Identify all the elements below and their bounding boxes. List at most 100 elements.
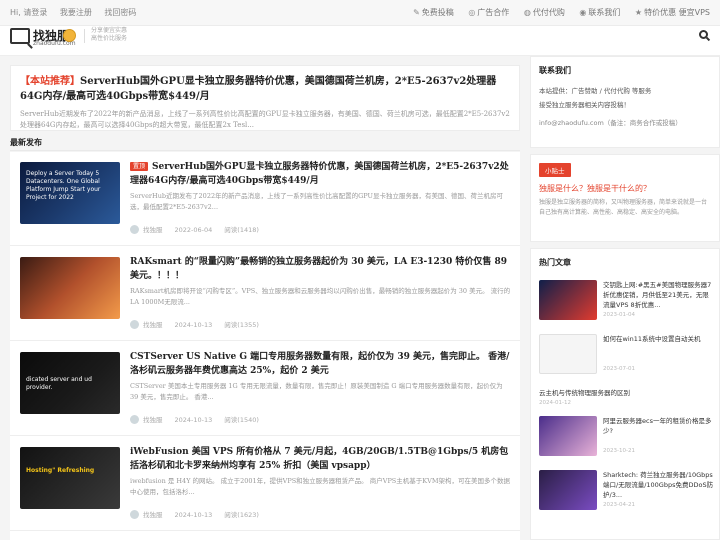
post-excerpt: RAKsmart机房即将开设“闪购专区”。VPS、独立服务器和云服务器均以闪购价…: [130, 287, 511, 306]
hot-article-title[interactable]: 如何在win11系统中设置自动关机: [603, 334, 715, 364]
hot-article-item[interactable]: 交钥匙上网:#黑五#美国物理服务器7折优惠促销，月供低至21美元，无限流量VPS…: [539, 276, 711, 330]
post-meta: 找独服 2022-06-04 阅读(1418): [130, 224, 259, 234]
find-password-link[interactable]: 找回密码: [104, 8, 136, 17]
hot-article-thumbnail[interactable]: [539, 470, 597, 510]
logo-search-icon[interactable]: [10, 28, 30, 44]
sidebar: 联系我们 本站提供：广告赞助 / 代付代购 等服务 接受独立服务器相关内容投稿！…: [530, 56, 720, 540]
edit-icon: ✎: [413, 8, 420, 17]
thumbnail-caption: dicated server and ud provider.: [26, 376, 92, 391]
contact-widget: 联系我们 本站提供：广告赞助 / 代付代购 等服务 接受独立服务器相关内容投稿！…: [530, 56, 720, 148]
hot-article-item[interactable]: 阿里云服务器ecs一年的租赁价格是多少? 2023-10-21: [539, 412, 711, 466]
post-excerpt: CSTServer 美国本土专用服务器 1G 专用无限流量，数量有限，售完即止！…: [130, 382, 503, 401]
featured-post[interactable]: 【本站推荐】ServerHub国外GPU显卡独立服务器特价优惠，美国德国荷兰机房…: [10, 65, 520, 131]
post-title[interactable]: RAKsmart 的“限量闪购”最畅销的独立服务器起价为 30 美元，LA E3…: [130, 255, 512, 283]
hot-article-title[interactable]: 交钥匙上网:#黑五#美国物理服务器7折优惠促销，月供低至21美元，无限流量VPS…: [603, 280, 715, 310]
section-title-latest: 最新发布: [10, 138, 42, 147]
hot-article-date: 2023-07-01: [603, 366, 635, 372]
hot-article-thumbnail[interactable]: [539, 280, 597, 320]
cheap-vps-link[interactable]: ★ 特价优惠 便宜VPS: [635, 8, 710, 17]
post-thumbnail[interactable]: Deploy a Server Today 5 Datacenters. One…: [20, 162, 120, 224]
hot-article-thumbnail[interactable]: [539, 416, 597, 456]
post-date: 2024-10-13: [174, 321, 213, 329]
post-title[interactable]: 置顶 ServerHub国外GPU显卡独立服务器特价优惠，美国德国荷兰机房，2*E…: [130, 160, 512, 188]
hot-article-item[interactable]: Sharktech: 荷兰独立服务器/10Gbps端口/无限流量/100Gbps…: [539, 466, 713, 520]
hot-article-title[interactable]: Sharktech: 荷兰独立服务器/10Gbps端口/无限流量/100Gbps…: [603, 470, 715, 500]
register-link[interactable]: 我要注册: [60, 8, 92, 17]
avatar: [130, 320, 139, 329]
hot-articles-title: 热门文章: [539, 258, 571, 267]
globe-icon: ◎: [468, 8, 476, 17]
hot-article-title[interactable]: 云主机与传统物理服务器的区别: [539, 388, 715, 400]
pinned-tag: 置顶: [130, 162, 149, 171]
hot-article-item[interactable]: 如何在win11系统中设置自动关机 2023-07-01: [539, 330, 711, 384]
hot-articles-widget: 热门文章 交钥匙上网:#黑五#美国物理服务器7折优惠促销，月供低至21美元，无限…: [530, 248, 720, 540]
post-author[interactable]: 找独服: [143, 511, 163, 519]
post-thumbnail[interactable]: dicated server and ud provider.: [20, 352, 120, 414]
hot-article-title[interactable]: 阿里云服务器ecs一年的租赁价格是多少?: [603, 416, 715, 446]
post-author[interactable]: 找独服: [143, 416, 163, 424]
tip-title[interactable]: 独服是什么？独服是干什么的？: [539, 183, 711, 194]
featured-tag: 【本站推荐】: [20, 76, 80, 87]
ad-cooperation-link[interactable]: ◎ 广告合作: [468, 8, 509, 17]
hot-article-date: 2024-01-12: [539, 400, 571, 406]
post-meta: 找独服 2024-10-13 阅读(1540): [130, 414, 259, 424]
search-icon[interactable]: [699, 30, 708, 39]
hot-article-item[interactable]: 云主机与传统物理服务器的区别 2024-01-12: [539, 384, 711, 412]
post-author[interactable]: 找独服: [143, 226, 163, 234]
logo-badge-icon: [63, 29, 76, 42]
submit-post-link[interactable]: ✎ 免费投稿: [413, 8, 454, 17]
thumbnail-caption: Hosting" Refreshing: [26, 467, 95, 474]
post-list: Deploy a Server Today 5 Datacenters. One…: [10, 152, 520, 540]
post-meta: 找独服 2024-10-13 阅读(1623): [130, 509, 259, 519]
post-title[interactable]: iWebFusion 美国 VPS 所有价格从 7 美元/月起，4GB/20GB…: [130, 445, 512, 473]
site-header: 找独服 zhaodufu.com 分享便宜实惠 高性价比服务: [0, 26, 720, 56]
cart-icon: ◍: [523, 8, 531, 17]
tip-widget: 小贴士 独服是什么？独服是干什么的？ 独服是独立服务器的简称，又叫物理服务器，简…: [530, 154, 720, 242]
user-icon: ◉: [579, 8, 587, 17]
post-item[interactable]: dicated server and ud provider. CSTServe…: [10, 342, 520, 436]
topbar: Hi, 请登录 我要注册 找回密码 ✎ 免费投稿 ◎ 广告合作 ◍ 代付代购 ◉ 联系我…: [0, 0, 720, 26]
contact-link[interactable]: ◉ 联系我们: [579, 8, 620, 17]
featured-title[interactable]: 【本站推荐】ServerHub国外GPU显卡独立服务器特价优惠，美国德国荷兰机房…: [20, 74, 510, 104]
post-thumbnail[interactable]: Hosting" Refreshing: [20, 447, 120, 509]
post-views: 阅读(1355): [224, 321, 259, 329]
hot-article-date: 2023-04-21: [603, 502, 635, 508]
thumbnail-caption: Deploy a Server Today 5 Datacenters. One…: [26, 170, 101, 201]
slogan: 分享便宜实惠 高性价比服务: [91, 27, 128, 42]
post-date: 2024-10-13: [174, 511, 213, 519]
post-views: 阅读(1540): [224, 416, 259, 424]
post-item[interactable]: Deploy a Server Today 5 Datacenters. One…: [10, 152, 520, 246]
payment-agent-link[interactable]: ◍ 代付代购: [524, 8, 565, 17]
featured-desc: ServerHub近期发布了2022年的新产品消息，上线了一系列高性价比高配置的…: [20, 110, 510, 129]
tip-button[interactable]: 小贴士: [539, 163, 571, 177]
post-views: 阅读(1418): [224, 226, 259, 234]
post-meta: 找独服 2024-10-13 阅读(1355): [130, 319, 259, 329]
post-thumbnail[interactable]: [20, 257, 120, 319]
topbar-nav: ✎ 免费投稿 ◎ 广告合作 ◍ 代付代购 ◉ 联系我们 ★ 特价优惠 便宜VPS: [401, 7, 710, 18]
post-item[interactable]: RAKsmart 的“限量闪购”最畅销的独立服务器起价为 30 美元，LA E3…: [10, 247, 520, 341]
avatar: [130, 415, 139, 424]
contact-submission[interactable]: 接受独立服务器相关内容投稿！: [539, 98, 711, 112]
contact-email[interactable]: info@zhaodufu.com（备注：商务合作或投稿）: [539, 116, 711, 130]
topbar-account-links: Hi, 请登录 我要注册 找回密码: [10, 7, 146, 18]
tip-desc: 独服是独立服务器的简称，又叫物理服务器，简单来说就是一台自己独有高计算能、高性能…: [539, 199, 708, 216]
hot-article-thumbnail[interactable]: [539, 334, 597, 374]
avatar: [130, 225, 139, 234]
tag-icon: ★: [634, 8, 643, 17]
post-excerpt: iwebfusion 是 H4Y 的网站。 成立于2001年，提供VPS和独立服…: [130, 477, 510, 496]
login-link[interactable]: Hi, 请登录: [10, 8, 47, 17]
hot-article-date: 2023-10-21: [603, 448, 635, 454]
post-excerpt: ServerHub近期发布了2022年的新产品消息，上线了一系列高性价比高配置的…: [130, 192, 504, 211]
hot-article-date: 2023-01-04: [603, 312, 635, 318]
section-divider: [10, 150, 520, 151]
post-author[interactable]: 找独服: [143, 321, 163, 329]
contact-title: 联系我们: [539, 66, 571, 75]
avatar: [130, 510, 139, 519]
post-date: 2022-06-04: [174, 226, 213, 234]
post-title[interactable]: CSTServer US Native G 端口专用服务器数量有限，起价仅为 3…: [130, 350, 512, 378]
post-views: 阅读(1623): [224, 511, 259, 519]
post-item[interactable]: Hosting" Refreshing iWebFusion 美国 VPS 所有…: [10, 437, 520, 531]
post-date: 2024-10-13: [174, 416, 213, 424]
logo-divider: [84, 29, 85, 43]
contact-services: 本站提供：广告赞助 / 代付代购 等服务: [539, 87, 652, 95]
